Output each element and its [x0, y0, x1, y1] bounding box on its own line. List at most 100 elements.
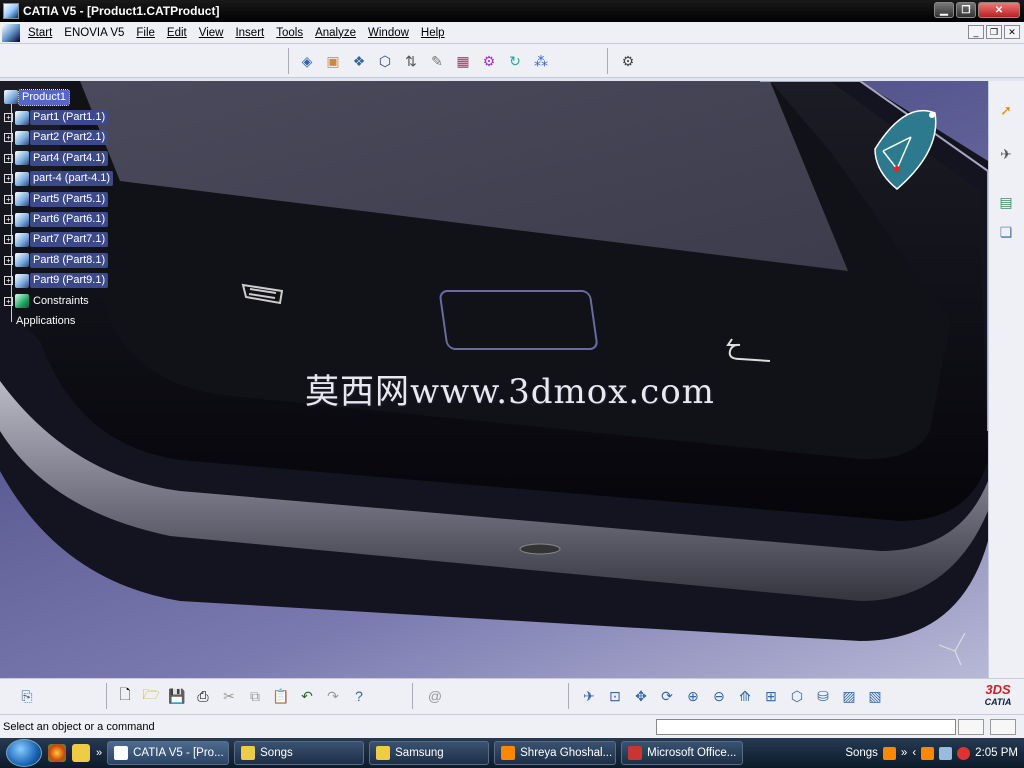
tree-node-part2[interactable]: + Part2 (Part2.1): [4, 128, 113, 148]
hide-show-icon[interactable]: ▨: [838, 685, 860, 707]
pan-icon[interactable]: ✥: [630, 685, 652, 707]
close-button[interactable]: ✕: [978, 2, 1020, 18]
shading-icon[interactable]: ⛁: [812, 685, 834, 707]
tree-node-part9[interactable]: + Part9 (Part9.1): [4, 271, 113, 291]
task-shreya-ghoshal[interactable]: Shreya Ghoshal...: [494, 741, 617, 765]
start-orb-icon[interactable]: [6, 739, 42, 767]
tree-node-part6[interactable]: + Part6 (Part6.1): [4, 209, 113, 229]
swap-visible-space-icon[interactable]: ▧: [864, 685, 886, 707]
whats-this-icon[interactable]: ?: [348, 685, 370, 707]
menu-edit[interactable]: Edit: [161, 27, 193, 39]
minimize-button[interactable]: ▁: [934, 2, 954, 18]
expand-icon[interactable]: +: [4, 255, 13, 265]
tree-node-part8[interactable]: + Part8 (Part8.1): [4, 250, 113, 270]
multi-instantiation-icon[interactable]: ⁂: [530, 50, 552, 72]
menu-insert[interactable]: Insert: [229, 27, 270, 39]
restore-button[interactable]: ❐: [956, 2, 976, 18]
tray-expand-icon[interactable]: »: [901, 747, 907, 759]
catia-menu-logo-icon[interactable]: [2, 23, 20, 42]
expand-icon[interactable]: +: [4, 276, 13, 286]
tray-arrow-icon[interactable]: ‹: [912, 747, 916, 759]
tree-node-part5[interactable]: + Part5 (Part5.1): [4, 189, 113, 209]
tree-node-constraints[interactable]: + Constraints: [4, 291, 113, 311]
folder-quicklaunch-icon[interactable]: [72, 744, 90, 762]
doc-minimize-button[interactable]: _: [968, 25, 984, 39]
open-folder-icon[interactable]: 🗁: [140, 685, 162, 707]
doc-restore-button[interactable]: ❐: [986, 25, 1002, 39]
new-document-icon[interactable]: 🗋: [114, 685, 136, 707]
replace-component-icon[interactable]: ⇅: [400, 50, 422, 72]
menu-start[interactable]: Start: [22, 27, 58, 39]
menu-file[interactable]: File: [130, 27, 161, 39]
manage-representations-icon[interactable]: ↻: [504, 50, 526, 72]
tree-node-label[interactable]: Part5 (Part5.1): [30, 191, 109, 207]
title-bar[interactable]: CATIA V5 - [Product1.CATProduct] ▁ ❐ ✕: [0, 0, 1024, 22]
expand-icon[interactable]: +: [4, 235, 13, 245]
rotate-icon[interactable]: ⟳: [656, 685, 678, 707]
existing-component-icon[interactable]: ⬡: [374, 50, 396, 72]
tree-node-part4[interactable]: + Part4 (Part4.1): [4, 148, 113, 168]
catalog-browser-icon[interactable]: ❏: [995, 221, 1017, 243]
clock[interactable]: 2:05 PM: [975, 747, 1018, 759]
tree-node-label[interactable]: Part2 (Part2.1): [30, 130, 109, 146]
tree-node-label[interactable]: Applications: [13, 314, 78, 329]
multi-view-icon[interactable]: ⊞: [760, 685, 782, 707]
menu-help[interactable]: Help: [415, 27, 451, 39]
task-catia[interactable]: CATIA V5 - [Pro...: [107, 741, 230, 765]
status-button-1[interactable]: [958, 719, 984, 735]
fit-all-in-icon[interactable]: ⊡: [604, 685, 626, 707]
tree-node-applications[interactable]: Applications: [4, 311, 113, 331]
menu-window[interactable]: Window: [362, 27, 415, 39]
fly-icon[interactable]: ✈: [578, 685, 600, 707]
command-input[interactable]: [656, 719, 956, 735]
vlc-tray-icon[interactable]: [882, 746, 896, 760]
menu-analyze[interactable]: Analyze: [309, 27, 362, 39]
normal-view-icon[interactable]: ⟰: [734, 685, 756, 707]
tree-root-product[interactable]: Product1: [4, 87, 113, 107]
expand-icon[interactable]: +: [4, 194, 13, 204]
save-icon[interactable]: 💾: [166, 685, 188, 707]
3d-viewport[interactable]: Product1 + Part1 (Part1.1) + Part2 (Part…: [0, 81, 988, 678]
task-microsoft-office[interactable]: Microsoft Office...: [621, 741, 744, 765]
tree-node-label[interactable]: Constraints: [30, 294, 92, 309]
tray-toolbar-label[interactable]: Songs: [845, 747, 878, 759]
quicklaunch-more-icon[interactable]: »: [96, 747, 102, 759]
expand-icon[interactable]: +: [4, 296, 13, 306]
status-button-2[interactable]: [990, 719, 1016, 735]
doc-close-button[interactable]: ✕: [1004, 25, 1020, 39]
menu-tools[interactable]: Tools: [270, 27, 309, 39]
tree-node-part-4[interactable]: + part-4 (part-4.1): [4, 169, 114, 189]
graph-tree-reordering-icon[interactable]: ✎: [426, 50, 448, 72]
chrome-icon[interactable]: [48, 744, 66, 762]
generate-numbering-icon[interactable]: ▦: [452, 50, 474, 72]
print-icon[interactable]: ⎙: [192, 685, 214, 707]
task-songs[interactable]: Songs: [234, 741, 365, 765]
expand-icon[interactable]: +: [4, 174, 13, 184]
tree-node-label[interactable]: Part9 (Part9.1): [30, 273, 109, 289]
tree-node-label[interactable]: Part6 (Part6.1): [30, 212, 109, 228]
menu-view[interactable]: View: [193, 27, 230, 39]
space-analysis-icon[interactable]: ▤: [995, 191, 1017, 213]
fly-mode-icon[interactable]: ✈: [995, 143, 1017, 165]
update-icon[interactable]: @: [424, 685, 446, 707]
task-samsung[interactable]: Samsung: [369, 741, 490, 765]
tree-node-label[interactable]: Part4 (Part4.1): [30, 150, 109, 166]
undo-icon[interactable]: ↶: [296, 685, 318, 707]
menu-enovia[interactable]: ENOVIA V5: [58, 27, 130, 39]
tree-node-part7[interactable]: + Part7 (Part7.1): [4, 230, 113, 250]
new-part-icon[interactable]: ❖: [348, 50, 370, 72]
zoom-in-icon[interactable]: ⊕: [682, 685, 704, 707]
network-icon[interactable]: [939, 746, 953, 760]
selective-load-icon[interactable]: ⚙: [478, 50, 500, 72]
options-gear-icon[interactable]: ⚙: [617, 50, 639, 72]
security-icon[interactable]: [957, 746, 971, 760]
tree-node-label[interactable]: Part8 (Part8.1): [30, 252, 109, 268]
tools-palette-icon[interactable]: ⎘: [16, 685, 38, 707]
tree-node-label[interactable]: Product1: [17, 88, 71, 106]
expand-icon[interactable]: +: [4, 113, 13, 123]
new-component-icon[interactable]: ◈: [296, 50, 318, 72]
zoom-out-icon[interactable]: ⊖: [708, 685, 730, 707]
expand-icon[interactable]: +: [4, 133, 13, 143]
tree-node-label[interactable]: Part1 (Part1.1): [30, 110, 109, 126]
iso-view-icon[interactable]: ⬡: [786, 685, 808, 707]
